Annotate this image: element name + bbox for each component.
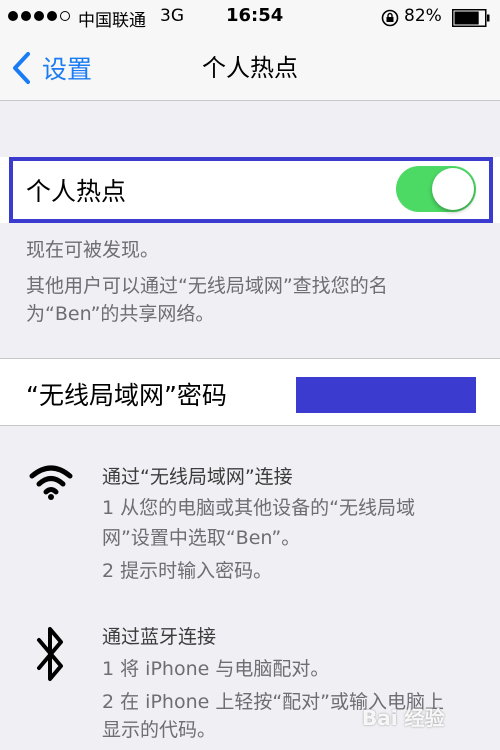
page-title: 个人热点 [202,54,298,82]
hotspot-toggle[interactable] [396,166,476,212]
chevron-left-icon [13,52,30,84]
bluetooth-icon [37,627,63,681]
wifi-password-label: “无线局域网”密码 [26,381,227,410]
back-button[interactable]: 设置 [10,50,92,86]
discoverable-note: 现在可被发现。 [26,239,160,261]
navigation-bar: 设置 个人热点 [0,36,500,101]
wifi-password-field[interactable] [296,377,476,413]
bluetooth-step-2-cont: 显示的代码。 [102,719,217,741]
bluetooth-connect-heading: 通过蓝牙连接 [102,626,217,648]
wifi-step-1: 1 从您的电脑或其他设备的“无线局域 [102,497,415,519]
wifi-icon [29,465,73,500]
description-line-2: 为“Ben”的共享网络。 [26,303,215,325]
network-type: 3G [160,6,184,26]
toggle-knob [432,168,474,210]
signal-strength-icon [8,11,70,21]
battery-percentage: 82% [404,6,442,26]
status-time: 16:54 [226,5,284,26]
status-bar: 中国联通 3G 16:54 82% [0,0,500,36]
rotation-lock-icon [381,9,399,27]
battery-icon [452,9,490,27]
bluetooth-step-1: 1 将 iPhone 与电脑配对。 [102,658,330,680]
hotspot-label: 个人热点 [26,177,127,206]
wifi-step-2: 2 提示时输入密码。 [102,560,273,582]
back-button-label: 设置 [42,55,93,84]
wifi-step-1-cont: 网”设置中选取“Ben”。 [102,527,301,549]
wifi-connect-heading: 通过“无线局域网”连接 [102,466,293,488]
carrier-name: 中国联通 [78,11,146,31]
description-line-1: 其他用户可以通过“无线局域网”查找您的名 [26,275,388,297]
watermark: Bai 经验 [362,706,445,730]
wifi-password-row[interactable]: “无线局域网”密码 [0,358,500,426]
